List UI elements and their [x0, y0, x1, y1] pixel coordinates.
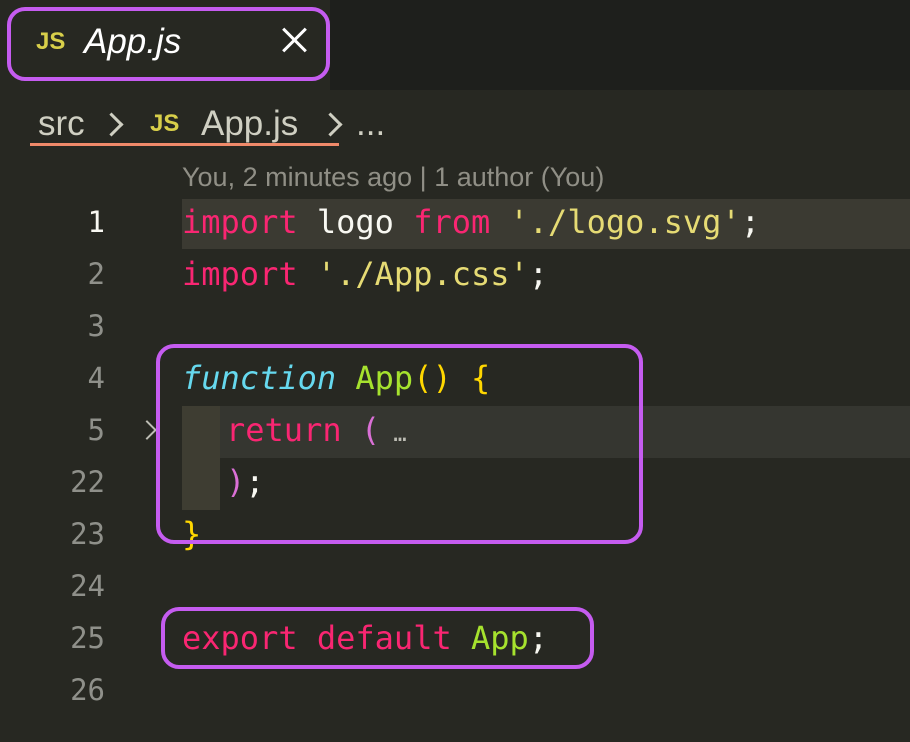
string-literal: './App.css' — [316, 255, 529, 293]
semicolon: ; — [245, 463, 265, 501]
semicolon: ; — [528, 255, 549, 293]
function-name: App — [355, 359, 414, 397]
line-number: 2 — [87, 257, 105, 291]
keyword-return: return — [226, 411, 342, 449]
line-number: 5 — [87, 413, 105, 447]
keyword-from: from — [413, 203, 491, 241]
indent-guide — [182, 406, 220, 510]
identifier-logo: logo — [297, 203, 414, 241]
keyword-import: import — [182, 255, 298, 293]
tab-bar: JS App.js — [0, 0, 910, 90]
open-paren: ( — [360, 411, 381, 449]
breadcrumb-more[interactable]: ... — [356, 104, 385, 144]
chevron-right-icon — [99, 112, 124, 137]
folded-ellipsis[interactable]: … — [380, 422, 406, 447]
close-icon[interactable] — [278, 24, 310, 56]
line-number: 1 — [87, 205, 105, 239]
semicolon: ; — [528, 619, 549, 657]
code-line-2[interactable]: import './App.css'; — [182, 255, 548, 293]
identifier-app: App — [470, 619, 529, 657]
keyword-import: import — [182, 203, 298, 241]
string-literal: './logo.svg' — [509, 203, 741, 241]
chevron-right-icon — [318, 112, 343, 137]
code-line-4[interactable]: function App() { — [182, 359, 490, 397]
line-number: 26 — [70, 673, 105, 707]
line-number: 24 — [70, 569, 105, 603]
git-blame-codelens[interactable]: You, 2 minutes ago | 1 author (You) — [182, 162, 604, 193]
code-line-5[interactable]: return ( … — [226, 411, 407, 449]
semicolon: ; — [740, 203, 760, 241]
code-line-25[interactable]: export default App; — [182, 619, 548, 657]
line-number: 4 — [87, 361, 105, 395]
line-number: 22 — [70, 465, 105, 499]
code-line-22[interactable]: ); — [226, 463, 265, 501]
line-number: 25 — [70, 621, 105, 655]
line-number: 23 — [70, 517, 105, 551]
breadcrumb-underline-annotation — [30, 143, 339, 146]
line-number: 3 — [87, 309, 105, 343]
code-line-1[interactable]: import logo from './logo.svg'; — [182, 203, 760, 241]
keyword-default: default — [316, 619, 452, 657]
parens: () — [413, 359, 452, 397]
tab-title: App.js — [84, 22, 182, 61]
js-file-icon: JS — [36, 28, 66, 55]
breadcrumb-file-app-js[interactable]: App.js — [201, 104, 298, 144]
close-paren: ) — [226, 463, 246, 501]
keyword-export: export — [182, 619, 298, 657]
keyword-function: function — [182, 359, 337, 397]
fold-chevron-icon[interactable] — [137, 420, 157, 440]
code-line-23[interactable]: } — [182, 515, 201, 553]
close-brace: } — [182, 515, 202, 553]
open-brace: { — [470, 359, 491, 397]
js-file-icon: JS — [150, 110, 180, 137]
breadcrumb-folder-src[interactable]: src — [38, 104, 85, 144]
tab-app-js[interactable]: JS App.js — [0, 0, 330, 90]
